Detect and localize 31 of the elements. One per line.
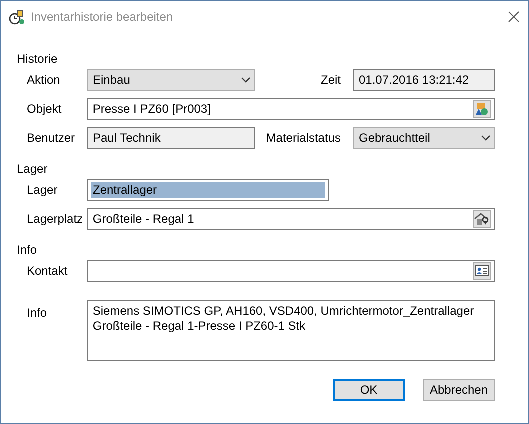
dialog-button[interactable]: OK xyxy=(333,379,405,401)
input-field[interactable]: Großteile - Regal 1 xyxy=(86,208,495,230)
field-label: Benutzer xyxy=(26,131,76,145)
field-label: Info xyxy=(26,306,48,320)
house-pin-icon[interactable] xyxy=(473,210,491,228)
field-label: Lager xyxy=(26,183,59,197)
readonly-field: Paul Technik xyxy=(87,127,255,149)
field-label: Objekt xyxy=(26,102,63,116)
field-label: Materialstatus xyxy=(265,131,342,145)
dropdown[interactable]: Einbau xyxy=(87,69,255,91)
field-label: Zeit xyxy=(320,73,342,87)
shapes-icon[interactable] xyxy=(473,100,491,118)
dropdown[interactable]: Gebrauchtteil xyxy=(353,127,495,149)
contact-card-icon[interactable] xyxy=(473,262,491,280)
close-icon[interactable] xyxy=(508,10,520,22)
field-label: Aktion xyxy=(26,73,62,87)
input-field[interactable]: Presse I PZ60 [Pr003] xyxy=(86,98,495,120)
window-title: Inventarhistorie bearbeiten xyxy=(31,10,174,24)
section-title: Lager xyxy=(17,162,49,176)
input-field[interactable] xyxy=(86,260,495,282)
section-title: Info xyxy=(17,243,38,257)
input-field[interactable]: Zentrallager xyxy=(87,179,329,201)
chevron-icon xyxy=(481,135,491,141)
chevron-icon xyxy=(241,77,251,83)
clock-lock-icon xyxy=(9,8,25,24)
field-label: Lagerplatz xyxy=(26,212,84,226)
dialog-button[interactable]: Abbrechen xyxy=(423,379,495,401)
field-label: Kontakt xyxy=(26,264,69,278)
info-textarea[interactable]: Siemens SIMOTICS GP, AH160, VSD400, Umrichtermotor_Zentrallager Großteile - Regal 1-Presse I PZ60-1 Stk xyxy=(86,300,495,361)
section-title: Historie xyxy=(17,52,59,66)
readonly-field: 01.07.2016 13:21:42 xyxy=(353,69,495,91)
